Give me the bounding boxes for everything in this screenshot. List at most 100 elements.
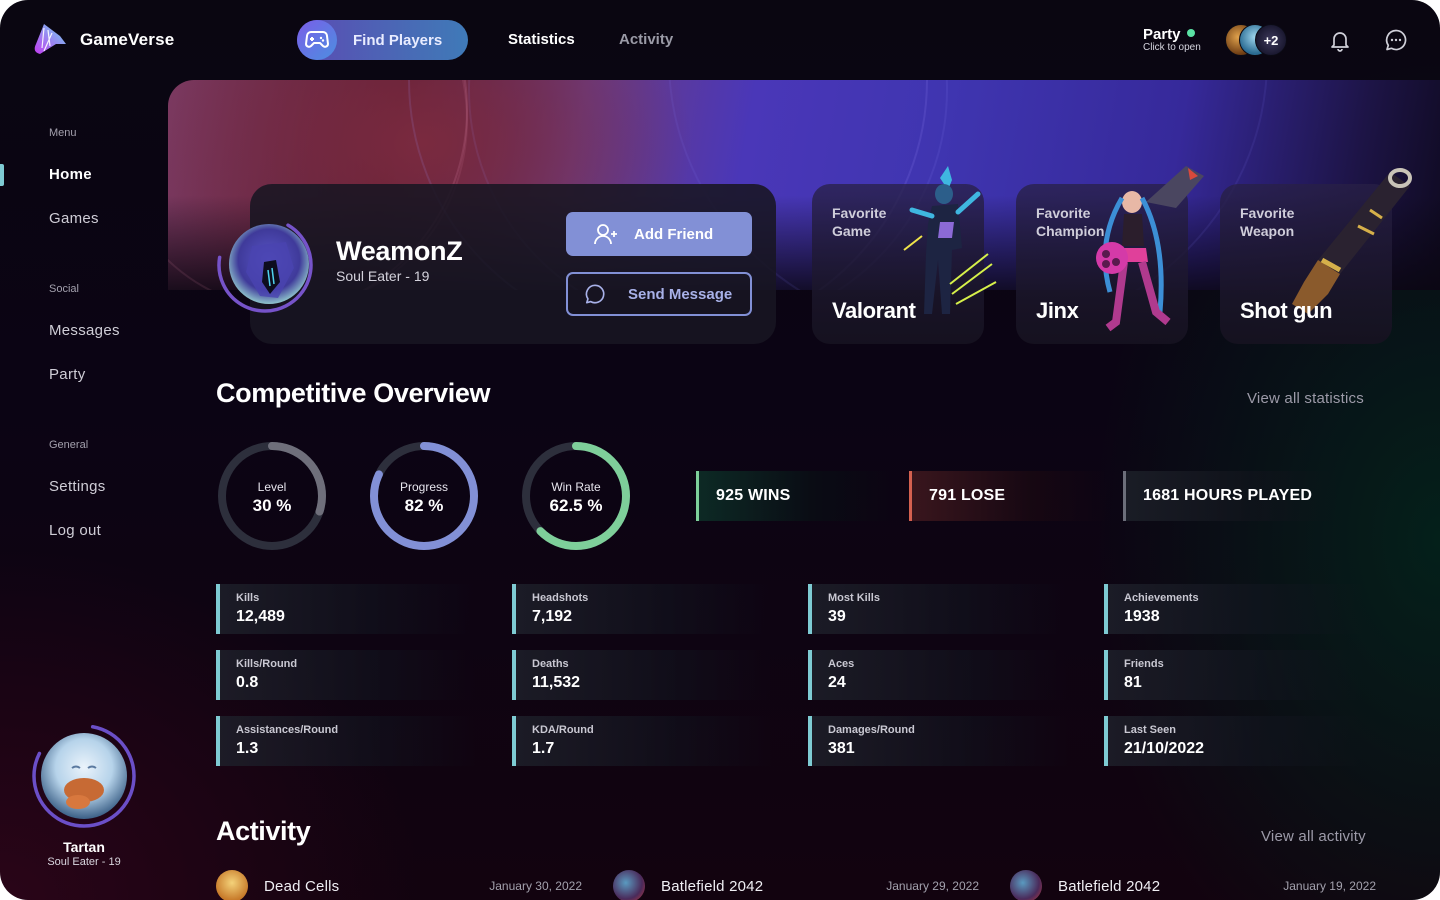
profile-subtitle: Soul Eater - 19 xyxy=(336,268,430,284)
stat-card-kda-round: KDA/Round 1.7 xyxy=(512,716,772,766)
view-all-activity-link[interactable]: View all activity xyxy=(1261,828,1366,845)
profile-avatar[interactable] xyxy=(216,216,314,314)
current-user-subtitle: Soul Eater - 19 xyxy=(47,856,121,868)
gameverse-logo-icon[interactable] xyxy=(30,22,66,56)
activity-date: January 19, 2022 xyxy=(1283,879,1376,893)
add-friend-button[interactable]: Add Friend xyxy=(566,212,752,256)
favorite-champion-card[interactable]: Favorite Champion Jinx xyxy=(1016,166,1204,344)
party-online-dot xyxy=(1186,29,1195,37)
level-ring-value: 30 % xyxy=(252,496,292,515)
stat-accent-bar xyxy=(1104,584,1108,634)
sidebar-section-menu: Menu xyxy=(49,127,77,139)
activity-date: January 30, 2022 xyxy=(489,879,582,893)
activity-game-name: Batlefield 2042 xyxy=(661,878,764,895)
sidebar-item-settings[interactable]: Settings xyxy=(49,478,106,495)
battlefield-game-icon xyxy=(1010,870,1042,900)
stat-label: Damages/Round xyxy=(828,724,915,736)
activity-item[interactable]: Batlefield 2042 January 19, 2022 xyxy=(1010,870,1376,900)
nav-find-players-label: Find Players xyxy=(353,31,443,49)
stat-value: 1938 xyxy=(1124,608,1160,625)
stat-accent-bar xyxy=(216,716,220,766)
sidebar-section-general: General xyxy=(49,439,89,451)
add-user-icon xyxy=(594,224,617,245)
favorite-weapon-card[interactable]: Favorite Weapon Shot gun xyxy=(1220,168,1412,344)
party-title: Party xyxy=(1143,26,1181,43)
stat-label: Deaths xyxy=(532,658,569,670)
activity-game-name: Dead Cells xyxy=(264,878,340,895)
sidebar-item-messages[interactable]: Messages xyxy=(49,322,120,339)
stat-accent-bar xyxy=(216,584,220,634)
view-all-statistics-link[interactable]: View all statistics xyxy=(1247,390,1364,407)
current-user-name: Tartan xyxy=(63,839,105,855)
battlefield-game-icon xyxy=(613,870,645,900)
stat-label: Achievements xyxy=(1124,592,1199,604)
hours-played-summary: 1681 HOURS PLAYED xyxy=(1123,471,1338,521)
dead-cells-game-icon xyxy=(216,870,248,900)
stat-label: Kills/Round xyxy=(236,658,298,670)
stat-value: 1.3 xyxy=(236,740,259,757)
party-subtitle: Click to open xyxy=(1143,42,1201,53)
activity-item[interactable]: Dead Cells January 30, 2022 xyxy=(216,870,582,900)
stat-value: 381 xyxy=(828,740,855,757)
stat-card-headshots: Headshots 7,192 xyxy=(512,584,772,634)
sidebar-item-games[interactable]: Games xyxy=(49,210,99,227)
stat-card-damages-round: Damages/Round 381 xyxy=(808,716,1068,766)
competitive-overview-title: Competitive Overview xyxy=(216,378,491,408)
stat-label: KDA/Round xyxy=(532,724,594,736)
profile-name: WeamonZ xyxy=(336,236,463,266)
favorite-weapon-label-2: Weapon xyxy=(1240,223,1295,239)
chat-icon[interactable] xyxy=(1384,28,1408,52)
nav-find-players[interactable]: Find Players xyxy=(297,20,468,60)
shotgun-weapon-art-icon xyxy=(1292,168,1412,314)
stat-accent-bar xyxy=(1104,650,1108,700)
stat-card-most-kills: Most Kills 39 xyxy=(808,584,1068,634)
party-extra-count: +2 xyxy=(1255,24,1287,56)
stat-accent-bar xyxy=(808,716,812,766)
sidebar-item-party[interactable]: Party xyxy=(49,366,86,383)
favorite-weapon-label: Favorite xyxy=(1240,205,1295,221)
stat-value: 21/10/2022 xyxy=(1124,740,1205,757)
stat-card-friends: Friends 81 xyxy=(1104,650,1364,700)
active-indicator xyxy=(0,164,4,186)
stat-card-last-seen: Last Seen 21/10/2022 xyxy=(1104,716,1364,766)
losses-summary-text: 791 LOSE xyxy=(929,487,1006,504)
stat-accent-bar xyxy=(1104,716,1108,766)
progress-ring: Progress 82 % xyxy=(368,440,480,552)
nav-statistics[interactable]: Statistics xyxy=(508,31,575,48)
favorite-weapon-value: Shot gun xyxy=(1240,298,1333,323)
stat-accent-bar xyxy=(808,584,812,634)
party-button[interactable]: Party Click to open xyxy=(1143,26,1201,53)
stat-value: 39 xyxy=(828,608,846,625)
activity-title: Activity xyxy=(216,816,311,846)
stat-value: 12,489 xyxy=(236,608,285,625)
sidebar-item-logout[interactable]: Log out xyxy=(49,522,101,539)
activity-item[interactable]: Batlefield 2042 January 29, 2022 xyxy=(613,870,979,900)
chat-bubble-icon xyxy=(585,284,605,304)
activity-game-name: Batlefield 2042 xyxy=(1058,878,1161,895)
progress-ring-label: Progress xyxy=(399,480,449,494)
stat-value: 0.8 xyxy=(236,674,259,691)
level-ring: Level 30 % xyxy=(216,440,328,552)
favorite-game-card[interactable]: Favorite Game Valorant xyxy=(812,166,997,344)
stat-accent-bar xyxy=(512,584,516,634)
level-ring-label: Level xyxy=(257,480,287,494)
wins-summary-text: 925 WINS xyxy=(716,487,791,504)
bell-icon[interactable] xyxy=(1328,28,1352,52)
sidebar-section-social: Social xyxy=(49,283,79,295)
losses-summary: 791 LOSE xyxy=(909,471,1109,521)
sidebar-item-home[interactable]: Home xyxy=(49,166,92,183)
brand-name: GameVerse xyxy=(80,30,175,49)
stat-accent-bar xyxy=(512,650,516,700)
win-rate-ring-value: 62.5 % xyxy=(549,496,603,515)
stat-value: 81 xyxy=(1124,674,1142,691)
stat-accent-bar xyxy=(216,650,220,700)
party-avatars[interactable]: +2 xyxy=(1225,24,1289,56)
app-window: GameVerse Find Players Statistics Activi… xyxy=(0,0,1440,900)
send-message-button[interactable]: Send Message xyxy=(566,272,752,316)
nav-activity[interactable]: Activity xyxy=(619,31,673,48)
activity-date: January 29, 2022 xyxy=(886,879,979,893)
current-user-avatar[interactable] xyxy=(30,722,138,830)
stat-card-achievements: Achievements 1938 xyxy=(1104,584,1364,634)
jinx-champion-art-icon xyxy=(1096,166,1204,332)
win-rate-ring-label: Win Rate xyxy=(551,480,601,494)
